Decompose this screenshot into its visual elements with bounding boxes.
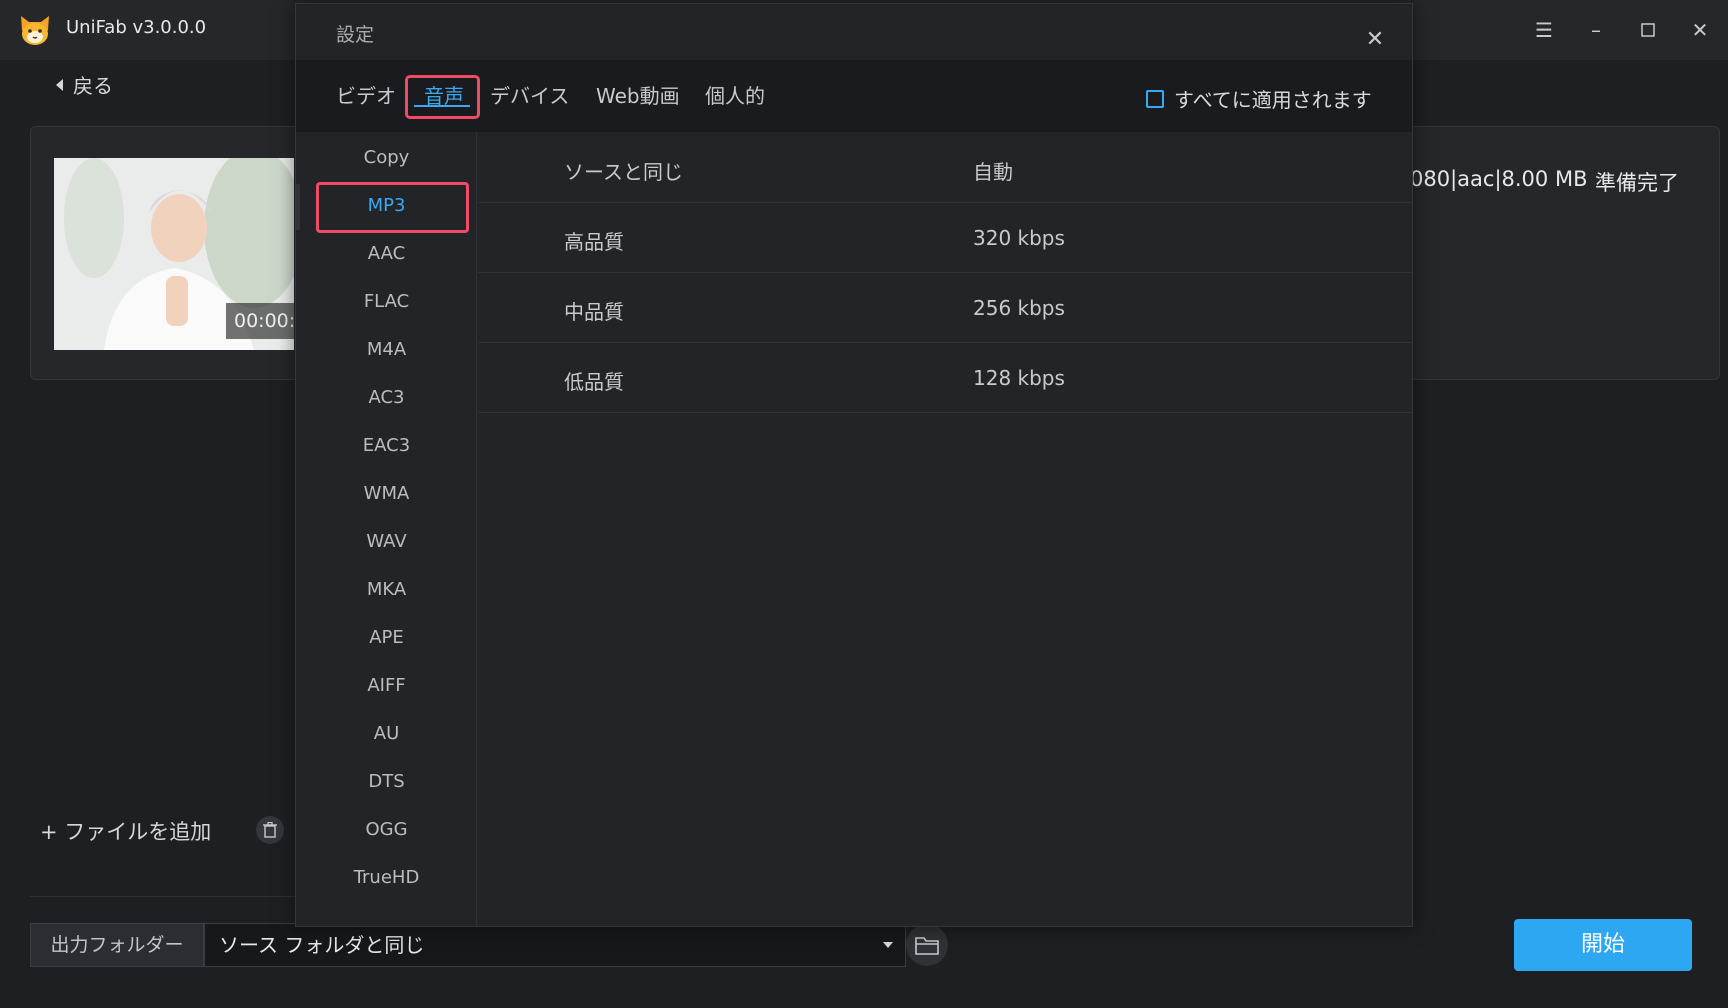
format-item-dts[interactable]: DTS — [296, 758, 477, 806]
menu-icon[interactable]: ☰ — [1528, 14, 1560, 46]
app-logo-icon — [16, 12, 54, 48]
format-item-eac3[interactable]: EAC3 — [296, 422, 477, 470]
format-item-wma[interactable]: WMA — [296, 470, 477, 518]
add-file-button[interactable]: + ファイルを追加 — [40, 816, 211, 846]
highlight-box — [316, 182, 469, 233]
close-icon[interactable]: ✕ — [1360, 24, 1390, 54]
format-item-mka[interactable]: MKA — [296, 566, 477, 614]
tab-web-video[interactable]: Web動画 — [596, 80, 680, 109]
tab-underline — [414, 105, 470, 107]
back-button[interactable]: 戻る — [56, 70, 113, 99]
quality-value: 自動 — [973, 160, 1013, 184]
format-item-m4a[interactable]: M4A — [296, 326, 477, 374]
quality-value: 256 kbps — [973, 296, 1065, 320]
file-info: 080|aac|8.00 MB — [1410, 167, 1588, 191]
format-item-truehd[interactable]: TrueHD — [296, 854, 477, 902]
folder-icon[interactable] — [906, 924, 948, 966]
quality-name: 中品質 — [564, 300, 624, 324]
tab-personal[interactable]: 個人的 — [705, 80, 765, 109]
quality-value: 128 kbps — [973, 366, 1065, 390]
format-item-aiff[interactable]: AIFF — [296, 662, 477, 710]
status-badge: 準備完了 — [1595, 171, 1679, 195]
back-arrow-icon — [56, 78, 63, 91]
chevron-down-icon — [883, 942, 893, 948]
trash-icon[interactable] — [256, 816, 284, 844]
checkbox-icon — [1146, 89, 1164, 108]
dialog-title: 設定 — [336, 24, 375, 46]
maximize-icon[interactable] — [1632, 14, 1664, 46]
back-label: 戻る — [73, 74, 113, 98]
format-item-copy[interactable]: Copy — [296, 134, 477, 182]
start-button[interactable]: 開始 — [1514, 919, 1692, 971]
output-folder-select[interactable]: ソース フォルダと同じ — [204, 923, 906, 967]
apply-all-label: すべてに適用されます — [1174, 88, 1372, 112]
tab-device[interactable]: デバイス — [490, 80, 569, 109]
output-folder-label: 出力フォルダー — [30, 923, 204, 967]
format-item-wav[interactable]: WAV — [296, 518, 477, 566]
format-item-ac3[interactable]: AC3 — [296, 374, 477, 422]
quality-name: ソースと同じ — [564, 160, 683, 184]
format-item-flac[interactable]: FLAC — [296, 278, 477, 326]
minimize-icon[interactable]: – — [1580, 14, 1612, 46]
apply-all-checkbox[interactable]: すべてに適用されます — [1146, 84, 1372, 113]
video-duration: 00:00: — [226, 303, 296, 339]
quality-value: 320 kbps — [973, 226, 1065, 250]
close-window-icon[interactable]: ✕ — [1684, 14, 1716, 46]
quality-name: 低品質 — [564, 370, 624, 394]
format-item-aac[interactable]: AAC — [296, 230, 477, 278]
app-title: UniFab v3.0.0.0 — [66, 17, 207, 38]
format-item-ogg[interactable]: OGG — [296, 806, 477, 854]
tab-video[interactable]: ビデオ — [336, 80, 396, 109]
output-folder-value: ソース フォルダと同じ — [219, 933, 425, 957]
format-item-au[interactable]: AU — [296, 710, 477, 758]
highlight-box — [405, 75, 480, 119]
quality-name: 高品質 — [564, 230, 624, 254]
format-item-ape[interactable]: APE — [296, 614, 477, 662]
